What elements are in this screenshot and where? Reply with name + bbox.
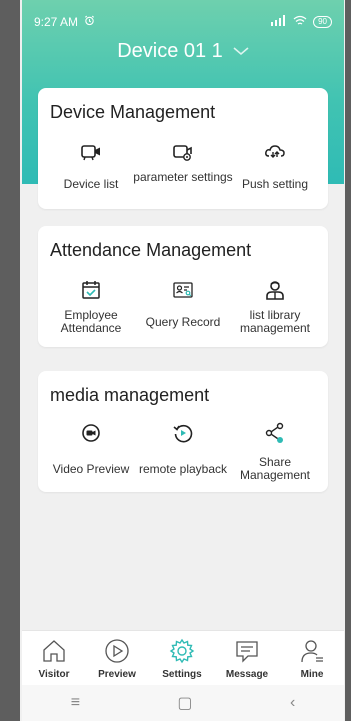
nav-message[interactable]: Message bbox=[215, 637, 279, 680]
message-icon bbox=[233, 637, 261, 665]
status-bar: 9:27 AM 90 bbox=[34, 14, 332, 30]
battery-icon: 90 bbox=[313, 16, 332, 28]
signal-icon bbox=[271, 15, 287, 29]
nav-preview[interactable]: Preview bbox=[85, 637, 149, 680]
phone-frame: 9:27 AM 90 Device 01 1 Device Management… bbox=[0, 0, 351, 721]
nav-label: Message bbox=[225, 669, 269, 680]
nav-label: Mine bbox=[300, 669, 324, 680]
person-icon bbox=[298, 637, 326, 665]
cloud-push-icon bbox=[263, 140, 287, 164]
list-library-management-button[interactable]: list library management bbox=[230, 278, 320, 338]
item-label: list library management bbox=[239, 308, 311, 335]
nav-label: Settings bbox=[162, 669, 202, 680]
back-icon[interactable]: ‹ bbox=[290, 694, 295, 712]
parameter-settings-button[interactable]: parameter settings bbox=[133, 140, 233, 200]
left-app-edge bbox=[0, 0, 20, 721]
wifi-icon bbox=[293, 15, 307, 29]
right-app-edge bbox=[345, 0, 351, 721]
card-title: media management bbox=[50, 385, 210, 405]
item-label: parameter settings bbox=[133, 170, 233, 184]
system-navigation-bar: ≡ ▢ ‹ bbox=[22, 685, 344, 721]
video-preview-icon bbox=[79, 421, 103, 445]
playback-icon bbox=[171, 421, 195, 445]
item-label: Video Preview bbox=[52, 462, 130, 476]
person-list-icon bbox=[263, 278, 287, 302]
item-label: remote playback bbox=[138, 462, 228, 476]
nav-visitor[interactable]: Visitor bbox=[22, 637, 86, 680]
home-icon bbox=[40, 637, 68, 665]
gear-icon bbox=[168, 637, 196, 665]
remote-playback-button[interactable]: remote playback bbox=[138, 421, 228, 483]
query-record-button[interactable]: Query Record bbox=[138, 278, 228, 338]
employee-attendance-button[interactable]: Employee Attendance bbox=[46, 278, 136, 338]
attendance-management-card: Attendance Management Employee Attendanc… bbox=[38, 226, 328, 347]
item-label: Push setting bbox=[241, 177, 309, 191]
card-title: Attendance Management bbox=[50, 240, 252, 260]
menu-icon[interactable]: ≡ bbox=[71, 694, 80, 712]
nav-label: Visitor bbox=[38, 669, 70, 680]
media-management-card: media management Video Preview remote pl… bbox=[38, 371, 328, 492]
item-label: Device list bbox=[63, 177, 119, 191]
nav-settings[interactable]: Settings bbox=[150, 637, 214, 680]
camera-gear-icon bbox=[171, 140, 195, 164]
item-label: Share Management bbox=[239, 455, 311, 482]
card-title: Device Management bbox=[50, 102, 216, 122]
id-card-search-icon bbox=[171, 278, 195, 302]
bottom-navigation: Visitor Preview Settings Message Mine bbox=[22, 630, 344, 685]
share-icon bbox=[263, 421, 287, 445]
nav-mine[interactable]: Mine bbox=[280, 637, 344, 680]
play-circle-icon bbox=[103, 637, 131, 665]
device-selector[interactable]: Device 01 1 bbox=[22, 40, 344, 63]
device-management-card: Device Management Device list parameter … bbox=[38, 88, 328, 209]
push-setting-button[interactable]: Push setting bbox=[230, 140, 320, 200]
alarm-icon bbox=[84, 15, 95, 29]
camera-icon bbox=[79, 140, 103, 164]
video-preview-button[interactable]: Video Preview bbox=[46, 421, 136, 483]
screen: 9:27 AM 90 Device 01 1 Device Management… bbox=[22, 0, 344, 721]
chevron-down-icon bbox=[233, 44, 249, 62]
nav-label: Preview bbox=[98, 669, 136, 680]
item-label: Query Record bbox=[145, 315, 221, 329]
item-label: Employee Attendance bbox=[60, 308, 122, 335]
share-management-button[interactable]: Share Management bbox=[230, 421, 320, 483]
page-title: Device 01 1 bbox=[117, 40, 223, 62]
calendar-check-icon bbox=[79, 278, 103, 302]
status-time: 9:27 AM bbox=[34, 15, 79, 29]
device-list-button[interactable]: Device list bbox=[46, 140, 136, 200]
home-button-icon[interactable]: ▢ bbox=[177, 693, 192, 713]
